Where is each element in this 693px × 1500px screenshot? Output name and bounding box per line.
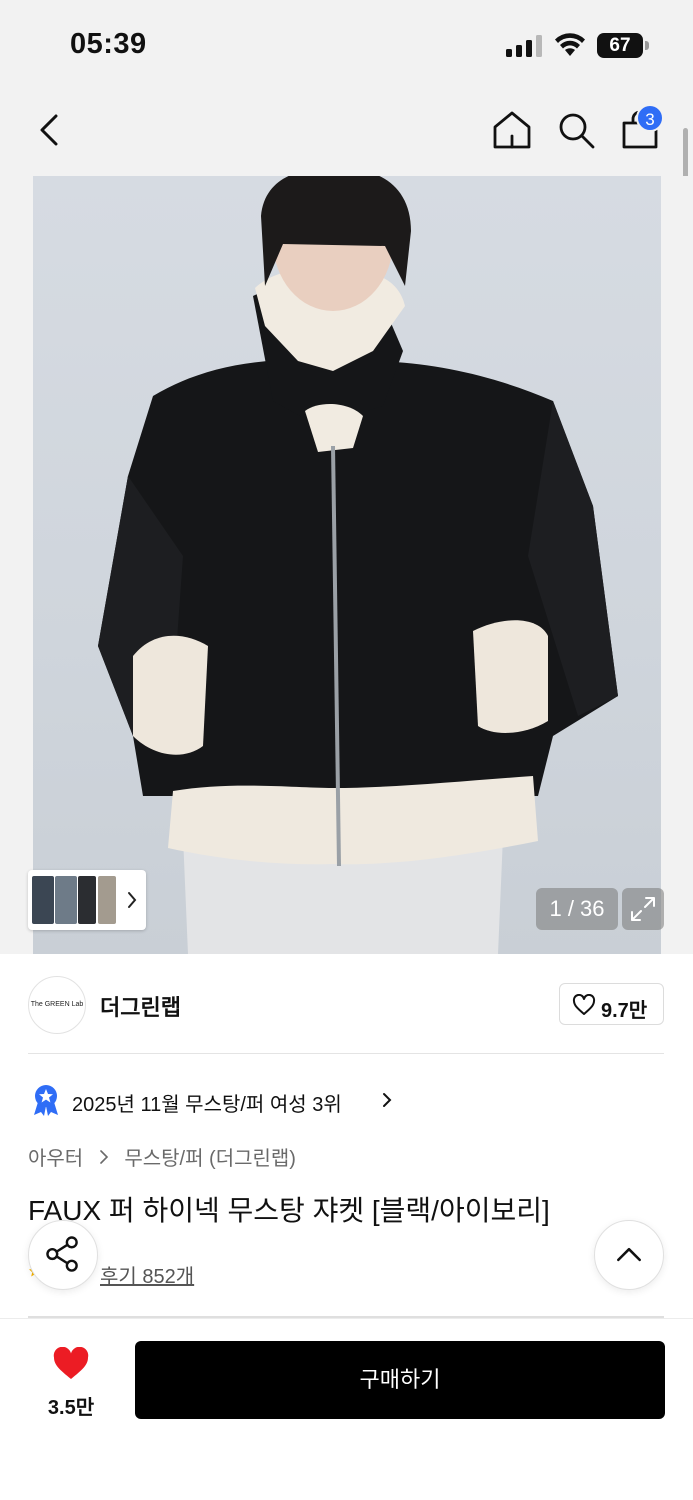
ranking-text: 2025년 11월 무스탕/퍼 여성 3위 bbox=[72, 1094, 342, 1116]
brand-like-button[interactable]: 9.7만 bbox=[559, 983, 664, 1025]
cart-count-badge: 3 bbox=[636, 104, 664, 132]
thumbnail-3[interactable] bbox=[78, 876, 96, 924]
cellular-signal-icon bbox=[506, 35, 542, 57]
chevron-right-icon[interactable] bbox=[126, 890, 138, 910]
product-photo-illustration bbox=[98, 176, 618, 954]
product-like-count: 3.5만 bbox=[47, 1397, 95, 1419]
top-nav-bar bbox=[0, 92, 693, 176]
product-like-button[interactable]: 3.5만 bbox=[30, 1341, 112, 1421]
back-arrow-icon[interactable] bbox=[30, 110, 70, 150]
heart-filled-icon bbox=[53, 1347, 89, 1379]
battery-cap bbox=[645, 41, 649, 50]
bottom-action-bar: 3.5만 구매하기 bbox=[0, 1318, 693, 1500]
image-page-counter: 1 / 36 bbox=[536, 888, 618, 930]
brand-row: The GREEN Lab 더그린랩 9.7만 bbox=[0, 954, 693, 1054]
thumbnail-4[interactable] bbox=[98, 876, 116, 924]
brand-name[interactable]: 더그린랩 bbox=[100, 990, 181, 1022]
breadcrumb-level2[interactable]: 무스탕/퍼 (더그린랩) bbox=[124, 1142, 296, 1171]
expand-icon[interactable] bbox=[622, 888, 664, 930]
scroll-top-icon[interactable] bbox=[594, 1220, 664, 1290]
thumbnail-1[interactable] bbox=[32, 876, 54, 924]
product-title: FAUX 퍼 하이넥 무스탕 쟈켓 [블랙/아이보리] bbox=[28, 1195, 550, 1226]
ranking-link[interactable]: 2025년 11월 무스탕/퍼 여성 3위 bbox=[28, 1082, 448, 1118]
review-count-link[interactable]: 후기 852개 bbox=[100, 1260, 194, 1289]
search-icon[interactable] bbox=[554, 108, 598, 152]
chevron-right-icon bbox=[383, 1093, 392, 1107]
home-icon[interactable] bbox=[490, 108, 534, 152]
ranking-badge-icon bbox=[34, 1085, 58, 1116]
share-icon[interactable] bbox=[28, 1220, 98, 1290]
status-time: 05:39 bbox=[70, 28, 147, 60]
product-image[interactable] bbox=[33, 176, 661, 954]
chevron-right-icon bbox=[99, 1149, 108, 1164]
thumbnail-2[interactable] bbox=[55, 876, 77, 924]
breadcrumb: 아우터 무스탕/퍼 (더그린랩) bbox=[28, 1142, 296, 1170]
thumbnail-strip[interactable] bbox=[28, 870, 146, 930]
brand-like-count: 9.7만 bbox=[601, 1000, 648, 1022]
brand-logo[interactable]: The GREEN Lab bbox=[28, 976, 86, 1034]
breadcrumb-level1[interactable]: 아우터 bbox=[28, 1142, 83, 1171]
status-bar: 05:39 67 bbox=[0, 0, 693, 92]
divider bbox=[28, 1053, 664, 1054]
product-gallery: 1 / 36 bbox=[0, 176, 693, 954]
buy-button[interactable]: 구매하기 bbox=[135, 1341, 665, 1419]
battery-indicator: 67 bbox=[597, 33, 643, 58]
heart-outline-icon bbox=[572, 994, 596, 1015]
wifi-icon bbox=[555, 33, 585, 56]
